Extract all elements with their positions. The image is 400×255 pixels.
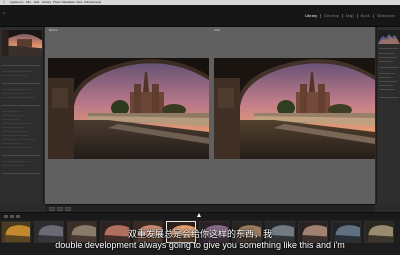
after-photo[interactable] (214, 58, 375, 159)
module-separator (356, 14, 358, 18)
before-image (48, 58, 209, 159)
filmstrip-thumbnail[interactable] (133, 221, 163, 243)
thumbnail-image (365, 222, 393, 242)
grid-icon[interactable] (4, 215, 8, 218)
panel-header[interactable] (2, 60, 42, 64)
filmstrip (0, 219, 400, 255)
module-separator (320, 14, 322, 18)
filmstrip-thumbnail[interactable] (166, 221, 196, 243)
panel-row[interactable] (379, 85, 393, 86)
panel-row[interactable] (2, 161, 30, 162)
navigator-preview[interactable] (2, 30, 42, 56)
thumbnail-image (233, 222, 261, 242)
before-photo[interactable] (48, 58, 209, 159)
panel-row[interactable] (379, 89, 395, 90)
panel-divider (2, 105, 40, 106)
thumbnail-image (200, 222, 228, 242)
filmstrip-thumbnail[interactable] (232, 221, 262, 243)
panel-row[interactable] (379, 81, 397, 82)
panel-row[interactable] (2, 89, 34, 90)
filmstrip-thumbnail[interactable] (364, 221, 394, 243)
panel-divider (2, 173, 40, 174)
module-library[interactable]: Library (304, 13, 318, 18)
thumbnail-image (332, 222, 360, 242)
navigator-image (2, 30, 42, 56)
filmstrip-thumbnail[interactable] (34, 221, 64, 243)
survey-view-button[interactable] (65, 207, 71, 211)
after-image (214, 58, 375, 159)
panel-row[interactable] (2, 147, 32, 148)
toolbar (45, 204, 375, 212)
right-panel (376, 27, 400, 204)
histogram[interactable] (378, 30, 400, 44)
panel-row[interactable] (2, 165, 24, 166)
panel-row[interactable] (2, 119, 20, 120)
thumbnail-image (299, 222, 327, 242)
panel-divider (2, 155, 40, 156)
thumbnail-image (134, 222, 162, 242)
thumbnail-image (101, 222, 129, 242)
panel-divider (379, 97, 399, 98)
histogram-graph (378, 34, 400, 44)
panel-row[interactable] (2, 93, 30, 94)
panel-row[interactable] (379, 73, 395, 74)
compare-view-button[interactable] (57, 207, 63, 211)
thumbnail-image (167, 222, 195, 242)
thumbnail-image (35, 222, 63, 242)
forward-arrow-icon[interactable] (16, 215, 20, 218)
panel-row[interactable] (2, 71, 32, 72)
panel-row[interactable] (2, 143, 22, 144)
filmstrip-thumbnail[interactable] (298, 221, 328, 243)
filmstrip-thumbnail[interactable] (100, 221, 130, 243)
module-develop[interactable]: Develop (323, 13, 340, 18)
module-separator (341, 14, 343, 18)
panel-row[interactable] (379, 57, 397, 58)
filmstrip-thumbnail[interactable] (1, 221, 31, 243)
panel-divider (379, 48, 399, 49)
filmstrip-thumbnail[interactable] (331, 221, 361, 243)
panel-row[interactable] (2, 139, 36, 140)
loupe-view-button[interactable] (49, 207, 55, 211)
identity-plate: Lr (3, 11, 6, 15)
filmstrip-thumbnail[interactable] (265, 221, 295, 243)
panel-row[interactable] (379, 77, 391, 78)
panel-row[interactable] (2, 111, 22, 112)
back-arrow-icon[interactable] (10, 215, 14, 218)
panel-row[interactable] (379, 53, 395, 54)
panel-divider (2, 65, 40, 66)
panel-divider (2, 83, 40, 84)
module-picker: Library Develop Map Book Slideshow (304, 13, 396, 18)
panel-row[interactable] (2, 115, 26, 116)
after-label: After (214, 28, 221, 32)
thumbnail-image (2, 222, 30, 242)
filmstrip-thumbnail[interactable] (199, 221, 229, 243)
left-panel (0, 27, 44, 204)
thumbnail-image (266, 222, 294, 242)
panel-row[interactable] (2, 135, 28, 136)
before-label: Before (49, 28, 58, 32)
panel-divider (379, 67, 399, 68)
filmstrip-thumbnail[interactable] (67, 221, 97, 243)
panel-row[interactable] (2, 75, 28, 76)
panel-row[interactable] (2, 123, 32, 124)
module-separator (372, 14, 374, 18)
module-slideshow[interactable]: Slideshow (376, 13, 396, 18)
panel-row[interactable] (2, 131, 30, 132)
compare-view: Before After (45, 27, 375, 204)
panel-row[interactable] (2, 97, 36, 98)
panel-row[interactable] (2, 127, 24, 128)
module-bar: Lr Library Develop Map Book Slideshow (0, 5, 400, 27)
panel-row[interactable] (379, 61, 393, 62)
thumbnail-image (68, 222, 96, 242)
module-map[interactable]: Map (345, 13, 355, 18)
module-book[interactable]: Book (360, 13, 371, 18)
mouse-cursor-icon (197, 213, 201, 217)
